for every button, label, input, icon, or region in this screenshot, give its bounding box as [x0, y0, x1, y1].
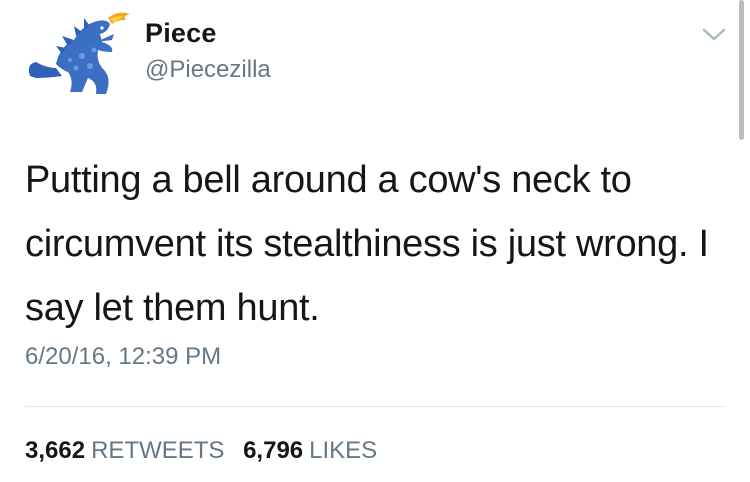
- likes-count: 6,796: [243, 437, 304, 464]
- retweets-label: RETWEETS: [91, 437, 225, 464]
- divider: [25, 406, 725, 407]
- tweet-menu-button[interactable]: [700, 26, 728, 44]
- tweet-text: Putting a bell around a cow's neck to ci…: [25, 159, 709, 329]
- godzilla-avatar-icon: [28, 12, 130, 94]
- author-handle[interactable]: @Piecezilla: [145, 56, 271, 84]
- likes-stat[interactable]: 6,796 LIKES: [243, 437, 377, 465]
- retweets-stat[interactable]: 3,662 RETWEETS: [25, 437, 224, 465]
- author-name[interactable]: Piece: [145, 18, 217, 49]
- tweet-stats: 3,662 RETWEETS 6,796 LIKES: [25, 437, 389, 465]
- likes-label: LIKES: [309, 437, 378, 464]
- avatar[interactable]: [22, 6, 138, 104]
- chevron-down-icon: [702, 28, 726, 41]
- retweets-count: 3,662: [25, 437, 86, 464]
- scrollbar[interactable]: [739, 0, 744, 140]
- tweet-timestamp: 6/20/16, 12:39 PM: [25, 343, 222, 370]
